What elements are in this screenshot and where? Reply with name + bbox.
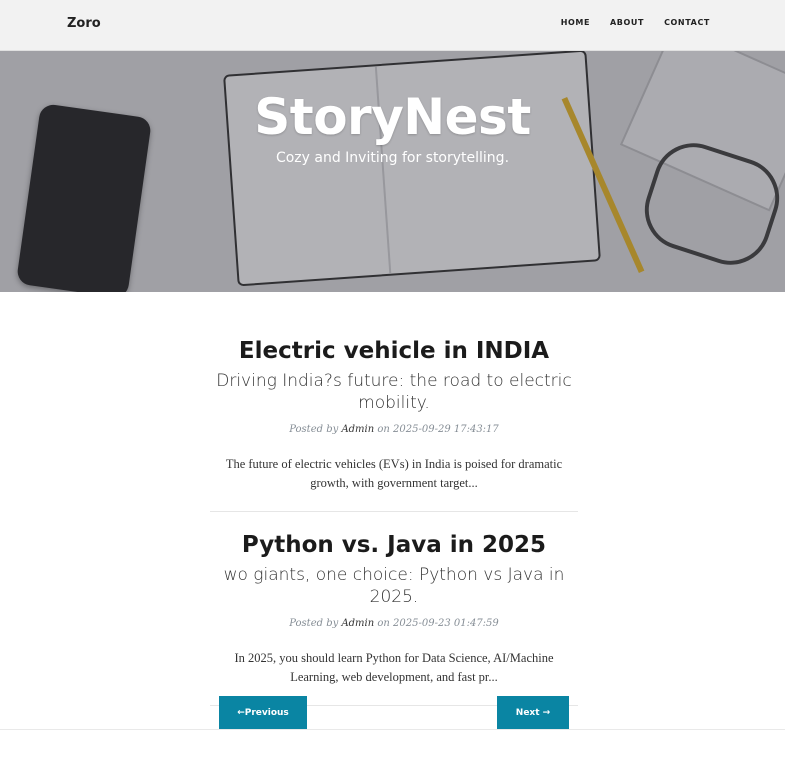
post-preview[interactable]: Python vs. Java in 2025 wo giants, one c… xyxy=(210,532,578,706)
top-nav: Zoro HOME ABOUT CONTACT xyxy=(0,0,785,51)
post-list: Electric vehicle in INDIA Driving India?… xyxy=(210,338,578,706)
nav-link-contact[interactable]: CONTACT xyxy=(664,18,710,27)
post-excerpt: The future of electric vehicles (EVs) in… xyxy=(225,457,563,490)
pagination: ←Previous Next → xyxy=(219,696,569,730)
post-author[interactable]: Admin xyxy=(341,618,374,629)
post-meta: Posted by Admin on 2025-09-23 01:47:59 xyxy=(210,618,578,629)
previous-button[interactable]: ←Previous xyxy=(219,696,307,730)
post-meta: Posted by Admin on 2025-09-29 17:43:17 xyxy=(210,424,578,435)
brand-logo[interactable]: Zoro xyxy=(67,16,101,31)
hero-overlay xyxy=(0,50,785,292)
nav-menu: HOME ABOUT CONTACT xyxy=(561,18,710,27)
post-subtitle[interactable]: Driving India?s future: the road to elec… xyxy=(210,370,578,414)
post-preview[interactable]: Electric vehicle in INDIA Driving India?… xyxy=(210,338,578,512)
nav-link-home[interactable]: HOME xyxy=(561,18,590,27)
meta-prefix: Posted by xyxy=(289,618,339,629)
meta-on: on xyxy=(377,424,390,435)
post-date: 2025-09-23 01:47:59 xyxy=(393,618,499,629)
site-subtitle: Cozy and Inviting for storytelling. xyxy=(275,150,510,166)
post-subtitle[interactable]: wo giants, one choice: Python vs Java in… xyxy=(210,564,578,608)
divider xyxy=(0,729,785,730)
next-button[interactable]: Next → xyxy=(497,696,569,730)
meta-on: on xyxy=(377,618,390,629)
hero-banner: StoryNest Cozy and Inviting for storytel… xyxy=(0,50,785,292)
post-author[interactable]: Admin xyxy=(341,424,374,435)
post-title[interactable]: Python vs. Java in 2025 xyxy=(210,532,578,558)
meta-prefix: Posted by xyxy=(289,424,339,435)
post-title[interactable]: Electric vehicle in INDIA xyxy=(210,338,578,364)
post-date: 2025-09-29 17:43:17 xyxy=(393,424,499,435)
post-excerpt: In 2025, you should learn Python for Dat… xyxy=(234,651,554,684)
site-title: StoryNest xyxy=(254,88,531,146)
nav-link-about[interactable]: ABOUT xyxy=(610,18,644,27)
